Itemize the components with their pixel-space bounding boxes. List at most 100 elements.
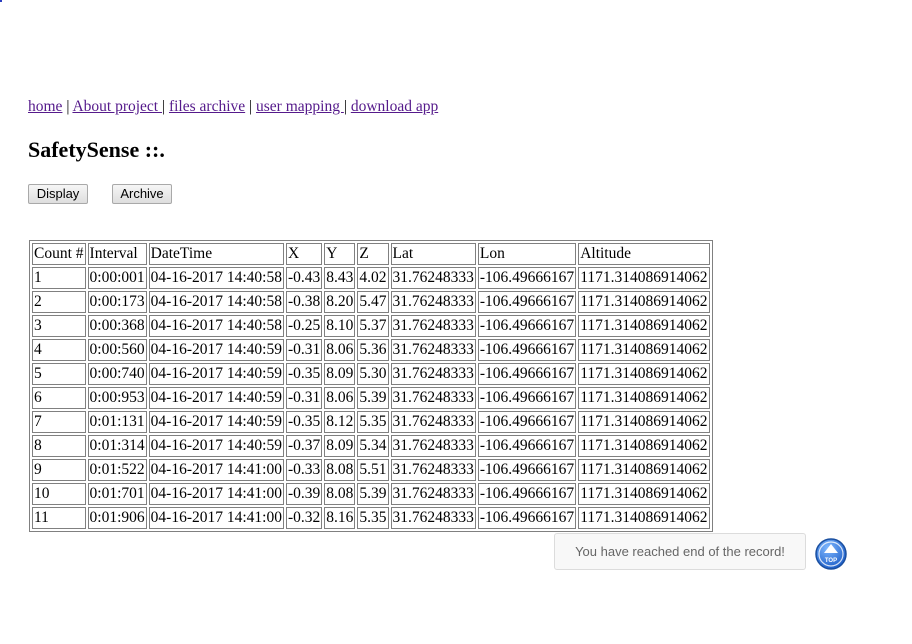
cell-x: -0.31	[285, 339, 323, 361]
cell-lat: 31.76248333	[390, 483, 476, 505]
nav-separator: |	[343, 98, 351, 115]
cell-x: -0.25	[285, 315, 323, 337]
column-header-y: Y	[324, 243, 356, 265]
nav-link-download-app[interactable]: download app	[351, 98, 438, 115]
cell-x: -0.37	[285, 435, 323, 457]
cell-z: 5.47	[357, 291, 389, 313]
cell-lon: -106.49666167	[477, 339, 577, 361]
cell-lat: 31.76248333	[390, 267, 476, 289]
cell-count: 11	[32, 507, 86, 529]
cell-count: 10	[32, 483, 86, 505]
cell-lon: -106.49666167	[477, 507, 577, 529]
cell-x: -0.43	[285, 267, 323, 289]
cell-lon: -106.49666167	[477, 363, 577, 385]
column-header-x: X	[285, 243, 323, 265]
cell-z: 5.35	[357, 411, 389, 433]
cell-lon: -106.49666167	[477, 387, 577, 409]
cell-count: 4	[32, 339, 86, 361]
cell-altitude: 1171.314086914062	[578, 459, 710, 481]
cell-x: -0.33	[285, 459, 323, 481]
table-row: 6 0:00:953 04-16-2017 14:40:59 -0.31 8.06 5.3…	[32, 387, 710, 409]
cell-z: 5.39	[357, 483, 389, 505]
nav-separator: |	[62, 98, 73, 115]
cell-x: -0.35	[285, 363, 323, 385]
cell-lon: -106.49666167	[477, 411, 577, 433]
cell-lat: 31.76248333	[390, 411, 476, 433]
cell-altitude: 1171.314086914062	[578, 315, 710, 337]
cell-z: 5.36	[357, 339, 389, 361]
cell-datetime: 04-16-2017 14:40:59	[148, 411, 284, 433]
cell-y: 8.09	[324, 363, 356, 385]
cell-interval: 0:00:953	[87, 387, 147, 409]
cell-lon: -106.49666167	[477, 267, 577, 289]
cell-z: 5.35	[357, 507, 389, 529]
cell-altitude: 1171.314086914062	[578, 363, 710, 385]
cell-z: 4.02	[357, 267, 389, 289]
cell-interval: 0:01:131	[87, 411, 147, 433]
column-header-count: Count #	[32, 243, 86, 265]
cell-interval: 0:01:906	[87, 507, 147, 529]
cell-lon: -106.49666167	[477, 435, 577, 457]
nav-separator: |	[161, 98, 169, 115]
cell-interval: 0:01:701	[87, 483, 147, 505]
table-row: 1 0:00:001 04-16-2017 14:40:58 -0.43 8.43 4.0…	[32, 267, 710, 289]
cell-z: 5.30	[357, 363, 389, 385]
cell-altitude: 1171.314086914062	[578, 411, 710, 433]
cell-y: 8.09	[324, 435, 356, 457]
table-header-row: Count # Interval DateTime X Y Z Lat Lon Altitude	[32, 243, 710, 265]
cell-lat: 31.76248333	[390, 435, 476, 457]
cell-y: 8.06	[324, 339, 356, 361]
archive-button[interactable]: Archive	[112, 184, 172, 204]
page-title: SafetySense ::.	[28, 137, 165, 162]
cell-datetime: 04-16-2017 14:40:59	[148, 387, 284, 409]
column-header-altitude: Altitude	[578, 243, 710, 265]
up-arrow-icon: TOP	[815, 538, 847, 570]
cell-lon: -106.49666167	[477, 459, 577, 481]
table-row: 11 0:01:906 04-16-2017 14:41:00 -0.32 8.16 5.…	[32, 507, 710, 529]
cell-altitude: 1171.314086914062	[578, 387, 710, 409]
cell-lon: -106.49666167	[477, 315, 577, 337]
nav-separator: |	[245, 98, 256, 115]
table-row: 7 0:01:131 04-16-2017 14:40:59 -0.35 8.12 5.3…	[32, 411, 710, 433]
cell-lat: 31.76248333	[390, 291, 476, 313]
nav-link-about-project[interactable]: About project	[72, 98, 162, 115]
cell-datetime: 04-16-2017 14:40:58	[148, 315, 284, 337]
cell-altitude: 1171.314086914062	[578, 483, 710, 505]
cell-count: 7	[32, 411, 86, 433]
cell-y: 8.43	[324, 267, 356, 289]
cell-y: 8.06	[324, 387, 356, 409]
cell-datetime: 04-16-2017 14:40:59	[148, 363, 284, 385]
column-header-z: Z	[357, 243, 389, 265]
nav-link-user-mapping[interactable]: user mapping	[256, 98, 344, 115]
cell-x: -0.39	[285, 483, 323, 505]
corner-pixel	[0, 0, 2, 2]
table-body: 1 0:00:001 04-16-2017 14:40:58 -0.43 8.43 4.0…	[32, 267, 710, 529]
cell-y: 8.08	[324, 459, 356, 481]
cell-interval: 0:00:368	[87, 315, 147, 337]
table-row: 8 0:01:314 04-16-2017 14:40:59 -0.37 8.09 5.3…	[32, 435, 710, 457]
cell-y: 8.16	[324, 507, 356, 529]
cell-interval: 0:00:001	[87, 267, 147, 289]
nav-link-home[interactable]: home	[28, 98, 62, 115]
cell-interval: 0:00:560	[87, 339, 147, 361]
back-to-top-button[interactable]: TOP	[815, 538, 847, 570]
top-nav: home | About project | files archive | u…	[28, 98, 438, 116]
cell-interval: 0:00:740	[87, 363, 147, 385]
cell-z: 5.34	[357, 435, 389, 457]
table-row: 9 0:01:522 04-16-2017 14:41:00 -0.33 8.08 5.5…	[32, 459, 710, 481]
nav-link-files-archive[interactable]: files archive	[169, 98, 245, 115]
cell-y: 8.12	[324, 411, 356, 433]
cell-count: 3	[32, 315, 86, 337]
cell-x: -0.38	[285, 291, 323, 313]
cell-altitude: 1171.314086914062	[578, 339, 710, 361]
cell-count: 5	[32, 363, 86, 385]
cell-count: 8	[32, 435, 86, 457]
display-button[interactable]: Display	[28, 184, 88, 204]
cell-z: 5.37	[357, 315, 389, 337]
cell-lat: 31.76248333	[390, 387, 476, 409]
cell-datetime: 04-16-2017 14:40:59	[148, 435, 284, 457]
cell-y: 8.20	[324, 291, 356, 313]
table-row: 2 0:00:173 04-16-2017 14:40:58 -0.38 8.20 5.4…	[32, 291, 710, 313]
cell-z: 5.51	[357, 459, 389, 481]
cell-lat: 31.76248333	[390, 315, 476, 337]
